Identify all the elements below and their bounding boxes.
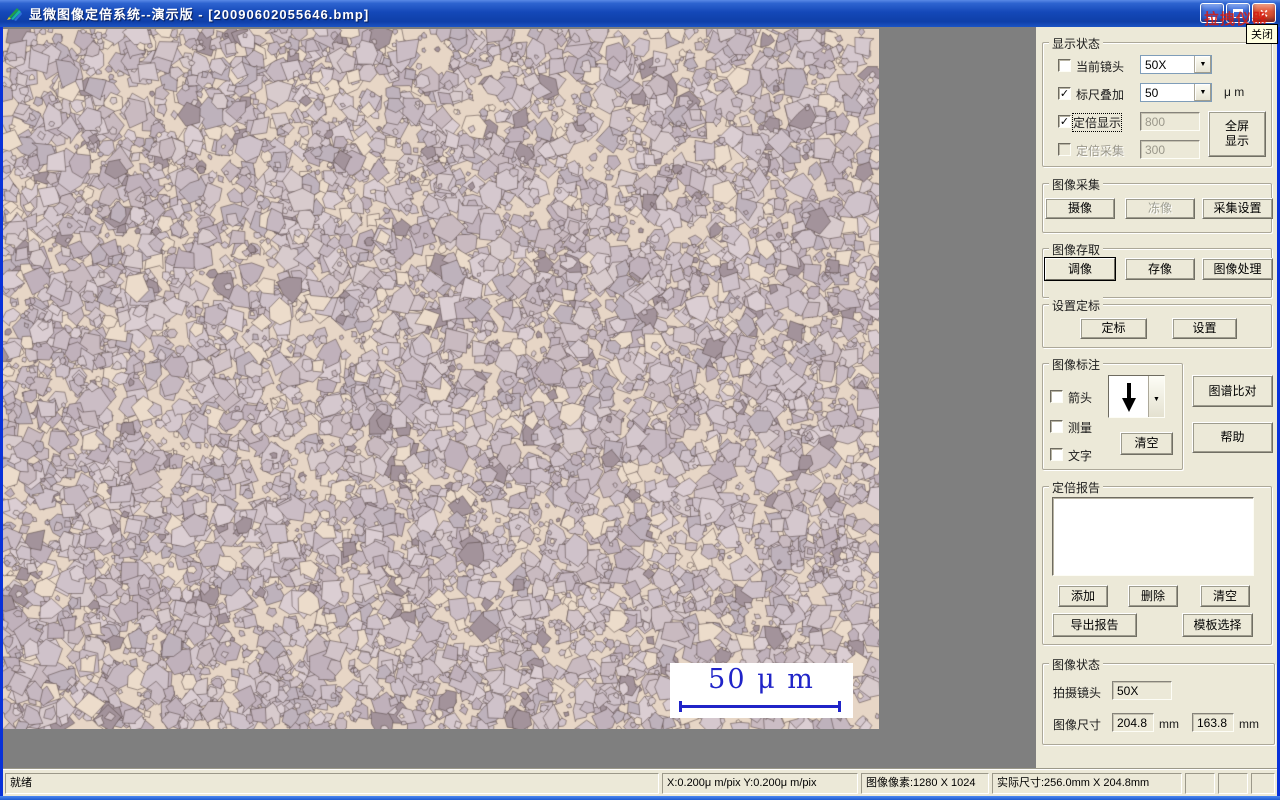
micrograph-image[interactable]: [3, 29, 879, 729]
status-xy-resolution: X:0.200μ m/pix Y:0.200μ m/pix: [662, 773, 858, 794]
status-empty-1: [1185, 773, 1215, 794]
save-image-button[interactable]: 存像: [1125, 258, 1195, 280]
status-empty-2: [1218, 773, 1248, 794]
checkbox-label-text: 文字: [1068, 449, 1093, 463]
calibrate-button[interactable]: 定标: [1080, 318, 1147, 339]
lens-value-input[interactable]: 50X: [1112, 681, 1172, 700]
image-viewport: 50 μ m: [3, 27, 1036, 768]
image-height-input[interactable]: 163.8: [1192, 713, 1234, 732]
group-label: 图像采集: [1049, 176, 1104, 193]
checkbox-label-current-lens: 当前镜头: [1076, 60, 1125, 74]
arrow-style-select[interactable]: ▼: [1108, 375, 1165, 418]
group-label: 设置定标: [1049, 297, 1104, 314]
image-width-unit: mm: [1159, 717, 1179, 731]
group-label: 显示状态: [1049, 35, 1104, 52]
lens-label: 拍摄镜头: [1053, 686, 1102, 700]
clear-annotation-button[interactable]: 清空: [1120, 432, 1173, 455]
checkbox-fixed-display[interactable]: ✓: [1058, 115, 1071, 128]
atlas-compare-button[interactable]: 图谱比对: [1192, 375, 1273, 407]
current-lens-select[interactable]: 50X ▼: [1140, 55, 1212, 74]
group-calibration: 设置 定标: [1042, 297, 1272, 348]
export-report-button[interactable]: 导出报告: [1052, 613, 1137, 637]
restore-button[interactable]: [1226, 3, 1250, 23]
scale-value-select[interactable]: 50 ▼: [1140, 83, 1212, 102]
checkbox-label-scale-overlay: 标尺叠加: [1076, 88, 1125, 102]
checkbox-arrow[interactable]: [1050, 390, 1063, 403]
checkbox-text[interactable]: [1050, 448, 1063, 461]
scale-bar-label: 50 μ m: [708, 664, 815, 695]
status-image-pixels: 图像像素:1280 X 1024: [861, 773, 989, 794]
group-label: 图像标注: [1049, 356, 1104, 373]
checkbox-label-fixed-capture: 定倍采集: [1076, 144, 1125, 158]
restore-icon: [1233, 8, 1243, 18]
window-title: 显微图像定倍系统--演示版 - [20090602055646.bmp]: [29, 7, 370, 22]
report-add-button[interactable]: 添加: [1058, 585, 1108, 607]
checkbox-label-fixed-display: 定倍显示: [1071, 113, 1123, 132]
checkbox-measure[interactable]: [1050, 420, 1063, 433]
down-arrow-icon: [1109, 376, 1148, 417]
checkbox-fixed-capture: [1058, 143, 1071, 156]
status-bar: 就绪 X:0.200μ m/pix Y:0.200μ m/pix 图像像素:12…: [3, 768, 1277, 796]
checkbox-label-arrow: 箭头: [1068, 391, 1093, 405]
taskbar-edge: [0, 796, 1280, 800]
control-panel: 显示状态 当前镜头 50X ▼ ✓ 标尺叠加 50 ▼ μ m ✓ 定倍显示 8…: [1036, 27, 1277, 768]
scale-unit-label: μ m: [1224, 85, 1245, 99]
fixed-capture-input: 300: [1140, 140, 1200, 159]
dropdown-arrow-icon[interactable]: ▼: [1194, 56, 1211, 73]
checkbox-current-lens[interactable]: [1058, 59, 1071, 72]
image-process-button[interactable]: 图像处理: [1202, 258, 1273, 280]
template-select-button[interactable]: 模板选择: [1182, 613, 1253, 637]
status-ready: 就绪: [5, 773, 659, 794]
current-lens-value: 50X: [1145, 58, 1167, 72]
dropdown-arrow-icon[interactable]: ▼: [1148, 376, 1164, 417]
app-window: 显微图像定倍系统--演示版 - [20090602055646.bmp] × 拉…: [0, 0, 1280, 800]
image-size-label: 图像尺寸: [1053, 718, 1102, 732]
capture-settings-button[interactable]: 采集设置: [1202, 198, 1273, 219]
shoot-button[interactable]: 摄像: [1045, 198, 1115, 219]
freeze-button: 冻像: [1125, 198, 1195, 219]
minimize-button[interactable]: [1200, 3, 1224, 23]
close-button[interactable]: ×: [1252, 3, 1276, 23]
dropdown-arrow-icon[interactable]: ▼: [1194, 84, 1211, 101]
image-height-unit: mm: [1239, 717, 1259, 731]
checkbox-label-measure: 测量: [1068, 421, 1093, 435]
status-actual-size: 实际尺寸:256.0mm X 204.8mm: [992, 773, 1182, 794]
client-area: 50 μ m 显示状态 当前镜头 50X ▼ ✓ 标尺叠加 50 ▼ μ m ✓: [0, 27, 1280, 796]
close-tooltip: 关闭: [1246, 24, 1278, 44]
scale-bar-overlay: 50 μ m: [670, 663, 853, 718]
fullscreen-button[interactable]: 全屏显示: [1208, 111, 1266, 157]
load-image-button[interactable]: 调像: [1045, 258, 1115, 280]
settings-button[interactable]: 设置: [1172, 318, 1237, 339]
report-clear-button[interactable]: 清空: [1200, 585, 1250, 607]
checkbox-scale-overlay[interactable]: ✓: [1058, 87, 1071, 100]
group-label: 图像存取: [1049, 241, 1104, 258]
scale-value: 50: [1145, 86, 1159, 100]
fixed-display-input: 800: [1140, 112, 1200, 131]
group-label: 图像状态: [1049, 656, 1104, 673]
help-button[interactable]: 帮助: [1192, 422, 1273, 453]
image-width-input[interactable]: 204.8: [1112, 713, 1154, 732]
minimize-icon: [1207, 16, 1217, 20]
app-icon: [6, 5, 23, 22]
title-bar: 显微图像定倍系统--演示版 - [20090602055646.bmp] × 拉…: [0, 0, 1280, 44]
scale-bar-line: [679, 701, 841, 712]
report-list[interactable]: [1052, 497, 1254, 576]
window-controls: ×: [1200, 3, 1276, 23]
report-delete-button[interactable]: 删除: [1128, 585, 1178, 607]
status-empty-3: [1251, 773, 1275, 794]
group-label: 定倍报告: [1049, 479, 1104, 496]
